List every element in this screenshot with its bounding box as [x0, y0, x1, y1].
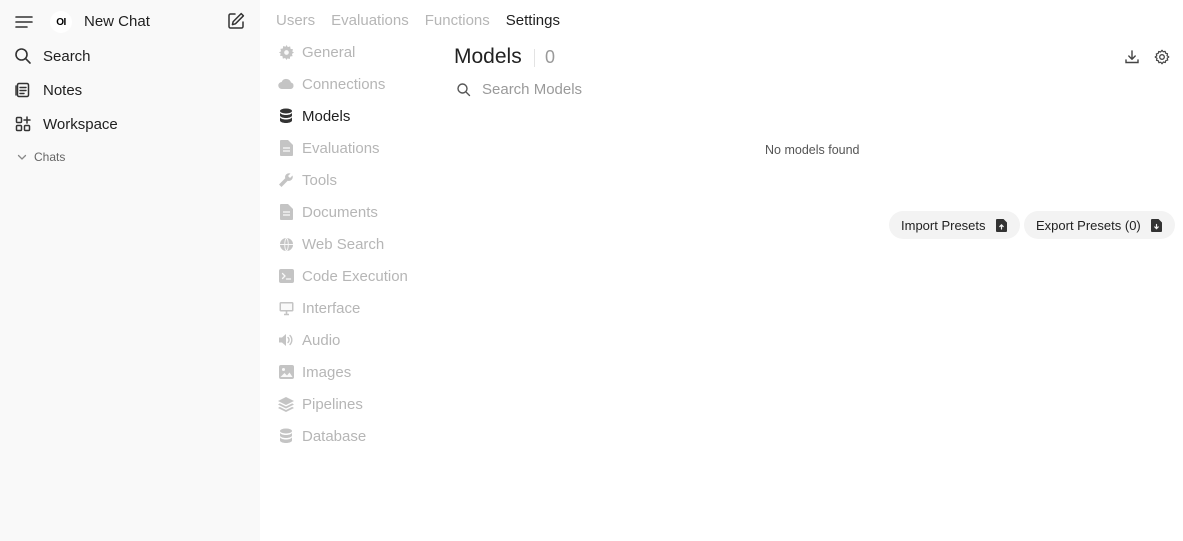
menu-icon — [15, 16, 33, 28]
search-icon — [457, 83, 471, 97]
image-icon — [278, 364, 294, 380]
settings-nav-code-execution[interactable]: Code Execution — [278, 265, 428, 287]
document-icon — [278, 140, 294, 156]
terminal-icon — [278, 268, 294, 284]
search-icon — [14, 47, 32, 65]
file-upload-icon — [995, 218, 1007, 232]
settings-nav-label: Web Search — [302, 235, 385, 253]
database-icon — [278, 108, 294, 124]
chevron-down-icon — [17, 154, 27, 160]
settings-nav-label: Models — [302, 107, 351, 125]
globe-icon — [278, 236, 294, 252]
settings-nav-audio[interactable]: Audio — [278, 329, 428, 351]
file-download-icon — [1150, 218, 1162, 232]
tab-functions[interactable]: Functions — [425, 12, 490, 29]
admin-tabs: Users Evaluations Functions Settings — [276, 12, 560, 29]
settings-nav-label: General — [302, 43, 356, 61]
settings-nav-label: Tools — [302, 171, 338, 189]
download-icon — [1125, 50, 1139, 64]
gear-icon — [278, 44, 294, 60]
export-presets-button[interactable]: Export Presets (0) — [1024, 211, 1175, 239]
settings-nav-web-search[interactable]: Web Search — [278, 233, 428, 255]
settings-nav-pipelines[interactable]: Pipelines — [278, 393, 428, 415]
empty-state-message: No models found — [765, 143, 860, 157]
settings-nav-label: Evaluations — [302, 139, 380, 157]
settings-nav-label: Database — [302, 427, 367, 445]
chats-section-toggle[interactable]: Chats — [16, 150, 65, 164]
models-settings-button[interactable] — [1152, 47, 1172, 67]
search-models-input[interactable] — [478, 78, 878, 100]
settings-nav-label: Pipelines — [302, 395, 363, 413]
settings-nav-images[interactable]: Images — [278, 361, 428, 383]
sidebar-item-label: Search — [43, 47, 91, 65]
settings-nav-label: Code Execution — [302, 267, 408, 285]
monitor-icon — [278, 300, 294, 316]
settings-nav-evaluations[interactable]: Evaluations — [278, 137, 428, 159]
settings-nav-interface[interactable]: Interface — [278, 297, 428, 319]
settings-nav-label: Connections — [302, 75, 386, 93]
cloud-icon — [278, 76, 294, 92]
layers-icon — [278, 396, 294, 412]
settings-nav-label: Interface — [302, 299, 361, 317]
sidebar-item-label: Notes — [43, 81, 83, 99]
gear-icon — [1154, 49, 1170, 65]
sidebar-item-label: Workspace — [43, 115, 118, 133]
app-logo: OI — [50, 11, 72, 33]
settings-nav-documents[interactable]: Documents — [278, 201, 428, 223]
settings-nav-database[interactable]: Database — [278, 425, 428, 447]
settings-nav-connections[interactable]: Connections — [278, 73, 428, 95]
export-presets-label: Export Presets (0) — [1036, 217, 1141, 233]
menu-toggle-button[interactable] — [14, 12, 34, 32]
sidebar-item-search[interactable]: Search — [0, 39, 260, 73]
chats-section-label: Chats — [34, 150, 66, 164]
wrench-icon — [278, 172, 294, 188]
settings-nav-tools[interactable]: Tools — [278, 169, 428, 191]
page-title: Models — [454, 45, 522, 68]
tab-evaluations[interactable]: Evaluations — [331, 12, 409, 29]
speaker-icon — [278, 332, 294, 348]
tab-users[interactable]: Users — [276, 12, 315, 29]
settings-nav-label: Documents — [302, 203, 378, 221]
new-chat-button[interactable] — [226, 11, 246, 31]
document-icon — [278, 204, 294, 220]
models-count-badge: 0 — [545, 47, 556, 67]
sidebar-item-notes[interactable]: Notes — [0, 73, 260, 107]
settings-nav-general[interactable]: General — [278, 41, 428, 63]
sidebar-item-workspace[interactable]: Workspace — [0, 107, 260, 141]
settings-nav-models[interactable]: Models — [278, 105, 428, 127]
import-presets-button[interactable]: Import Presets — [889, 211, 1020, 239]
settings-nav-label: Audio — [302, 331, 341, 349]
tab-settings[interactable]: Settings — [506, 12, 560, 29]
database-icon — [278, 428, 294, 444]
edit-icon — [228, 12, 245, 29]
download-models-button[interactable] — [1122, 47, 1142, 67]
import-presets-label: Import Presets — [901, 217, 986, 233]
workspace-icon — [14, 115, 32, 133]
sidebar: OI New Chat Search Notes Workspace Chats — [0, 0, 260, 541]
settings-nav-label: Images — [302, 363, 352, 381]
new-chat-label[interactable]: New Chat — [84, 13, 150, 30]
title-divider — [534, 49, 535, 67]
notes-icon — [14, 81, 32, 99]
